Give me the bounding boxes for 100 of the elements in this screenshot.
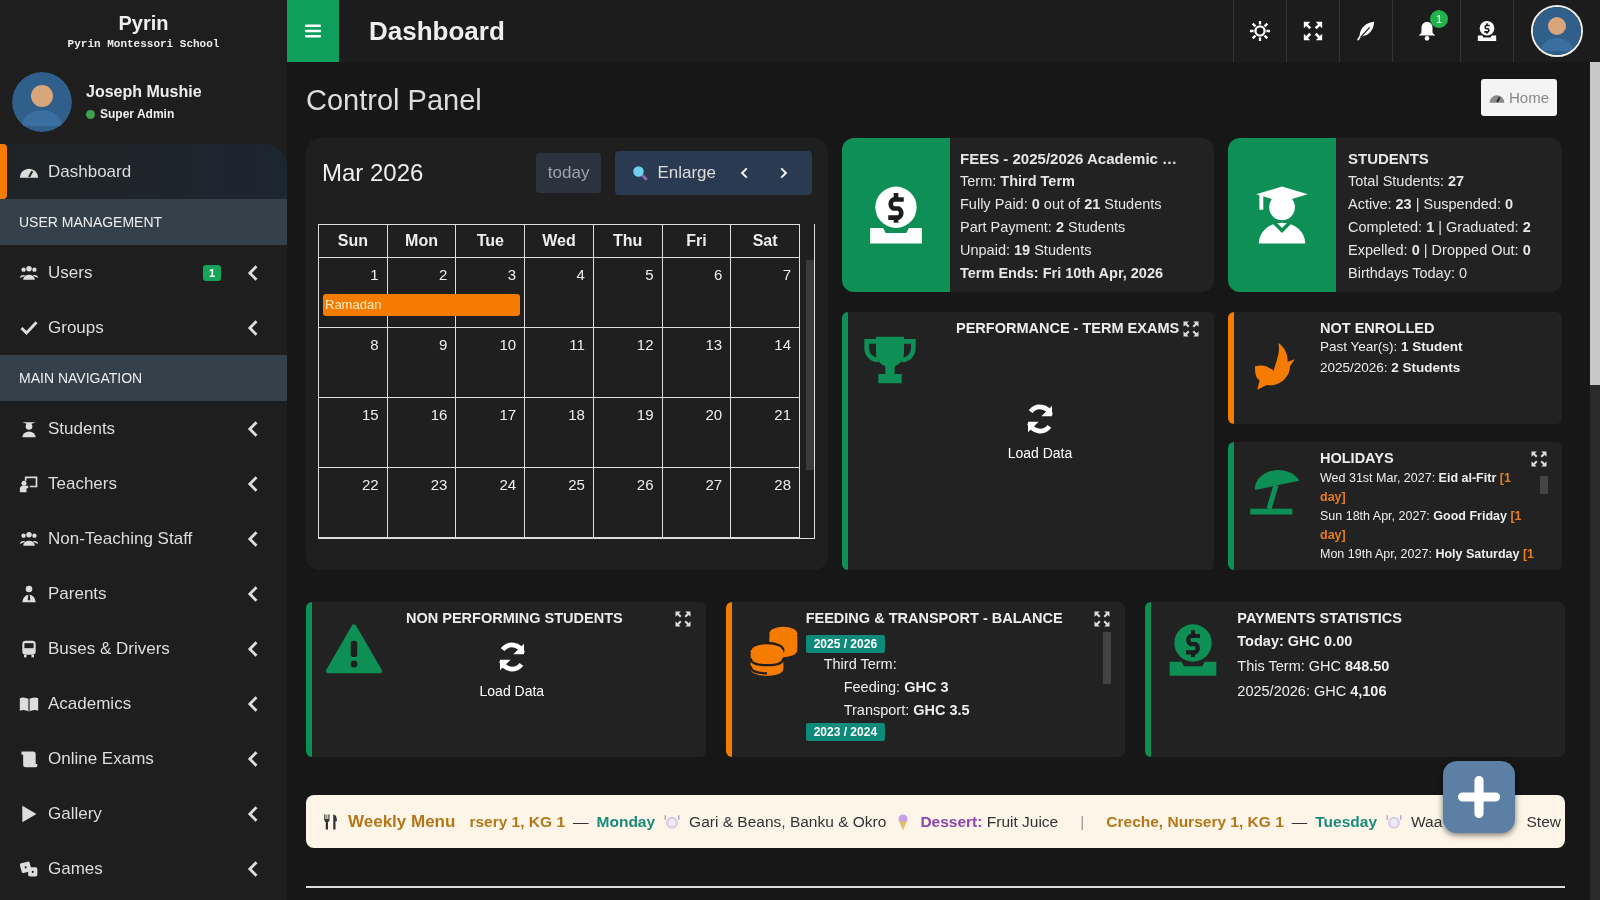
page-title: Dashboard bbox=[369, 15, 506, 47]
day-number: 27 bbox=[705, 475, 724, 493]
day-number: 6 bbox=[713, 265, 724, 283]
today-button[interactable]: today bbox=[535, 153, 602, 193]
day-number: 9 bbox=[439, 335, 449, 353]
dash: — bbox=[1291, 812, 1308, 831]
calendar-day-cell[interactable]: 5 bbox=[593, 257, 662, 328]
day-number: 5 bbox=[645, 265, 655, 283]
calendar-day-cell[interactable]: 18 bbox=[524, 397, 594, 468]
utensils-icon bbox=[322, 812, 340, 831]
weekday-header: Mon bbox=[387, 224, 456, 258]
day-name: Tuesday bbox=[1315, 812, 1377, 831]
refresh-icon bbox=[1024, 403, 1056, 435]
calendar-day-cell[interactable]: 20 bbox=[662, 397, 731, 468]
calendar-day-cell[interactable]: 2 bbox=[387, 257, 456, 328]
expand-icon bbox=[1530, 450, 1548, 468]
class-names: Creche, Nursery 1, KG 1 bbox=[1106, 812, 1284, 831]
load-data-button[interactable]: Load Data bbox=[1001, 402, 1079, 462]
load-data-button[interactable]: Load Data bbox=[473, 640, 551, 700]
separator: | bbox=[1080, 812, 1085, 831]
card-title: PAYMENTS STATISTICS bbox=[1237, 610, 1402, 626]
card-title: FEEDING & TRANSPORT - BALANCE bbox=[805, 610, 1063, 626]
stat-line: Total Students: 27 bbox=[1348, 172, 1466, 191]
menu-icon bbox=[304, 22, 322, 40]
plus-icon bbox=[1457, 775, 1501, 819]
day-number: 22 bbox=[362, 475, 380, 493]
sidebar-item[interactable]: Teachers bbox=[0, 456, 287, 511]
sidebar-item[interactable]: Dashboard bbox=[0, 144, 287, 199]
calendar-day-cell[interactable]: 25 bbox=[524, 467, 594, 538]
calendar-day-cell[interactable]: 27 bbox=[662, 467, 731, 538]
section-header: USER MANAGEMENT bbox=[0, 199, 287, 245]
feather-icon bbox=[1355, 20, 1377, 42]
dash: — bbox=[573, 812, 589, 831]
weekday-header: Fri bbox=[662, 224, 731, 258]
avatar[interactable] bbox=[1531, 5, 1583, 57]
user-name: Joseph Mushie bbox=[86, 83, 202, 101]
day-number: 12 bbox=[636, 335, 655, 353]
calendar-day-cell[interactable]: 21 bbox=[730, 397, 800, 468]
calendar-day-cell[interactable]: 7 bbox=[730, 257, 800, 328]
day-number: 21 bbox=[774, 405, 792, 423]
day-number: 23 bbox=[430, 475, 449, 493]
calendar-day-cell[interactable]: 14 bbox=[730, 327, 800, 398]
money-icon bbox=[1476, 20, 1498, 42]
add-chat-button[interactable] bbox=[1443, 761, 1515, 833]
card-title: HOLIDAYS bbox=[1320, 450, 1394, 466]
stat-line: Birthdays Today: 0 bbox=[1348, 264, 1469, 283]
calendar-day-cell[interactable]: 23 bbox=[387, 467, 456, 538]
calendar-day-cell[interactable]: 28 bbox=[730, 467, 800, 538]
day-number: 1 bbox=[370, 265, 380, 283]
sun-icon bbox=[1249, 20, 1271, 42]
sidebar-item[interactable]: Parents bbox=[0, 566, 287, 621]
stat-line: Today: GHC 0.00 bbox=[1237, 632, 1354, 651]
day-number: 3 bbox=[507, 265, 518, 283]
year-tag: 2025 / 2026 bbox=[805, 635, 886, 653]
sidebar-item[interactable]: Non-Teaching Staff bbox=[0, 511, 287, 566]
sidebar-item[interactable]: Buses & Drivers bbox=[0, 621, 287, 676]
calendar-day-cell[interactable]: 9 bbox=[387, 327, 456, 398]
calendar-day-cell[interactable]: 8 bbox=[318, 327, 388, 398]
card-title: NON PERFORMING STUDENTS bbox=[406, 610, 623, 626]
calendar-day-cell[interactable]: 17 bbox=[455, 397, 525, 468]
sidebar-item[interactable]: Online Exams bbox=[0, 731, 287, 786]
stat-line: Active: 23 | Suspended: 0 bbox=[1348, 195, 1515, 214]
calendar-day-cell[interactable]: 15 bbox=[318, 397, 388, 468]
calendar-day-cell[interactable]: 1 Ramadan bbox=[318, 257, 388, 328]
expand-icon bbox=[673, 610, 692, 628]
sidebar-item[interactable]: Gallery bbox=[0, 786, 287, 841]
calendar-day-cell[interactable]: 10 bbox=[455, 327, 525, 398]
calendar-day-cell[interactable]: 4 bbox=[524, 257, 594, 328]
calendar-day-cell[interactable]: 6 bbox=[662, 257, 731, 328]
calendar-day-cell[interactable]: 12 bbox=[593, 327, 662, 398]
brand-name: Pyrin bbox=[118, 12, 169, 35]
sidebar-item[interactable]: Groups bbox=[0, 300, 287, 355]
menu-title: Weekly Menu bbox=[348, 811, 456, 832]
day-number: 7 bbox=[782, 265, 792, 283]
magnifier-icon bbox=[631, 164, 650, 182]
calendar-day-cell[interactable]: 16 bbox=[387, 397, 456, 468]
calendar-day-cell[interactable]: 3 bbox=[455, 257, 525, 328]
scrollbar[interactable] bbox=[806, 260, 814, 470]
calendar-day-cell[interactable]: 19 bbox=[593, 397, 662, 468]
calendar-day-cell[interactable]: 11 bbox=[524, 327, 594, 398]
menu-button[interactable] bbox=[287, 0, 339, 62]
expand-icon bbox=[1093, 610, 1112, 628]
class-names: rsery 1, KG 1 bbox=[469, 812, 566, 831]
scrollbar[interactable] bbox=[1103, 632, 1112, 684]
weekday-header: Sat bbox=[730, 224, 800, 258]
calendar-day-cell[interactable]: 22 bbox=[318, 467, 388, 538]
plate-icon bbox=[1385, 812, 1403, 831]
calendar-day-cell[interactable]: 26 bbox=[593, 467, 662, 538]
scrollbar[interactable] bbox=[1590, 62, 1600, 385]
calendar-day-cell[interactable]: 24 bbox=[455, 467, 525, 538]
day-number: 14 bbox=[774, 335, 792, 353]
day-number: 20 bbox=[705, 405, 724, 423]
sidebar-item[interactable]: Users 1 bbox=[0, 245, 287, 300]
day-number: 4 bbox=[576, 265, 586, 283]
sidebar-item[interactable]: Academics bbox=[0, 676, 287, 731]
scrollbar[interactable] bbox=[1540, 476, 1548, 494]
sidebar-item[interactable]: Students bbox=[0, 401, 287, 456]
plate-icon bbox=[663, 812, 682, 831]
sidebar-item[interactable]: Games bbox=[0, 841, 287, 896]
calendar-day-cell[interactable]: 13 bbox=[662, 327, 731, 398]
